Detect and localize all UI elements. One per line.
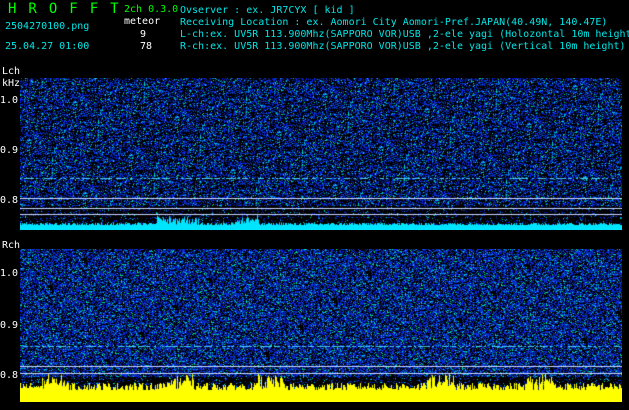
app-title: HROFFT — [8, 1, 131, 17]
lch-meteor-count: 9 — [140, 29, 147, 40]
rch-ytick-0-9: 0.9 — [0, 320, 19, 331]
rch-label: Rch — [2, 240, 21, 251]
meteor-count-label: meteor — [124, 16, 161, 27]
lch-spectrogram-canvas — [20, 78, 622, 230]
lch-ytick-0-9: 0.9 — [0, 145, 19, 156]
version-label: 2ch 0.3.0 — [124, 4, 179, 15]
lch-config-line: L-ch:ex. UV5R 113.900Mhz(SAPPORO VOR)USB… — [180, 29, 629, 40]
lch-spectrogram — [20, 78, 622, 230]
location-line: Receiving Location : ex. Aomori City Aom… — [180, 17, 608, 28]
lch-label: Lch — [2, 66, 21, 77]
filename: 2504270100.png — [5, 21, 90, 32]
rch-spectrogram — [20, 249, 622, 402]
rch-ytick-1-0: 1.0 — [0, 268, 19, 279]
rch-config-line: R-ch:ex. UV5R 113.900Mhz(SAPPORO VOR)USB… — [180, 41, 626, 52]
observer-line: Ovserver : ex. JR7CYX [ kid ] — [180, 5, 355, 16]
station-info: Ovserver : ex. JR7CYX [ kid ] Receiving … — [180, 5, 629, 53]
lch-ytick-1-0: 1.0 — [0, 95, 19, 106]
datetime: 25.04.27 01:00 — [5, 41, 90, 52]
rch-meteor-count: 78 — [140, 41, 153, 52]
lch-unit: kHz — [2, 78, 21, 89]
rch-ytick-0-8: 0.8 — [0, 370, 19, 381]
lch-ytick-0-8: 0.8 — [0, 195, 19, 206]
rch-spectrogram-canvas — [20, 249, 622, 402]
